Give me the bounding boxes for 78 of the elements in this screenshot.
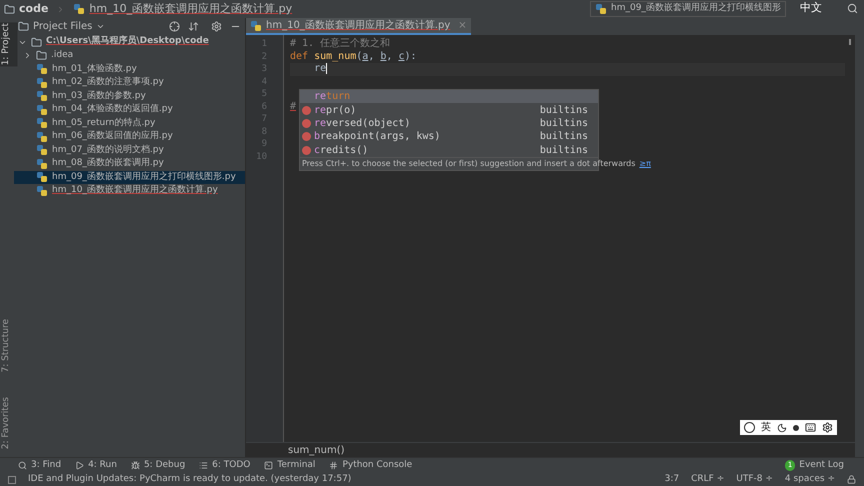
completion-item[interactable]: breakpoint(args, kws) builtins (300, 130, 598, 144)
tool-window-button[interactable]: 3: Find (18, 458, 62, 472)
tree-item[interactable]: hm_04_体验函数的返回值.py (14, 103, 245, 116)
keyboard-icon[interactable] (805, 422, 816, 433)
code-line: # 1. 任意三个数之和 (290, 38, 390, 49)
folder-icon (18, 21, 29, 32)
python-file-icon (36, 184, 48, 197)
line-ending[interactable]: CRLF ÷ (691, 472, 724, 486)
python-file-icon (250, 20, 262, 32)
python-file-icon (73, 3, 86, 15)
play-icon (75, 461, 84, 470)
python-file-icon (36, 130, 48, 143)
console-icon (329, 461, 338, 470)
python-file-icon (36, 104, 48, 116)
tool-window-tab[interactable]: 7: Structure (0, 319, 14, 373)
recent-file-label: hm_09_函数嵌套调用应用之打印横线图形 (611, 2, 781, 16)
python-file-icon (36, 158, 48, 170)
tree-item[interactable]: hm_08_函数的嵌套调用.py (14, 157, 245, 170)
tool-window-button[interactable]: Terminal (264, 458, 316, 472)
completion-item[interactable]: credits() builtins (300, 144, 598, 157)
tree-item[interactable]: hm_09_函数嵌套调用应用之打印横线图形.py (14, 170, 245, 184)
code-line: re (313, 63, 328, 74)
tree-item[interactable]: hm_07_函数的说明文档.py (14, 144, 245, 157)
panel-title[interactable]: Project Files (33, 19, 92, 34)
locate-icon[interactable] (169, 21, 180, 32)
python-file-icon (36, 76, 48, 89)
hint-link[interactable]: ≥π (639, 158, 651, 170)
tree-item[interactable]: hm_05_return的特点.py (14, 116, 245, 130)
collapse-icon[interactable] (188, 21, 199, 32)
python-file-icon (36, 90, 48, 102)
file-encoding[interactable]: UTF-8 ÷ (736, 472, 773, 486)
completion-hint: Press Ctrl+. to choose the selected (or first) suggestion and insert a dot afterwards (302, 158, 636, 170)
completion-item[interactable]: repr(o) builtins (300, 103, 598, 117)
tree-item[interactable]: hm_03_函数的参数.py (14, 90, 245, 103)
status-message: IDE and Plugin Updates: PyCharm is ready to update. (yesterday 17:57) (28, 472, 352, 486)
breadcrumb[interactable]: sum_num() (288, 442, 345, 458)
bug-icon (130, 461, 140, 470)
moon-icon[interactable] (777, 422, 787, 432)
dropdown-icon[interactable] (96, 22, 106, 31)
tool-window-button[interactable]: 4: Run (75, 458, 117, 472)
folder-icon (4, 4, 15, 14)
expand-icon[interactable] (23, 51, 32, 60)
ime-language[interactable]: 英 (761, 420, 771, 435)
tree-item[interactable]: C:\Users\黑马程序员\Desktop\code (46, 35, 209, 49)
search-icon[interactable] (847, 3, 858, 14)
indent-setting[interactable]: 4 spaces ÷ (784, 472, 835, 486)
search-icon (18, 461, 27, 470)
python-file-icon (36, 63, 48, 76)
tool-window-tab[interactable]: 2: Favorites (0, 396, 14, 449)
recent-file-popup[interactable]: hm_09_函数嵌套调用应用之打印横线图形 (590, 1, 786, 17)
punctuation-icon[interactable] (793, 424, 799, 430)
nav-folder[interactable]: code (19, 0, 48, 18)
python-file-icon (595, 3, 607, 15)
folder-icon (36, 50, 47, 62)
tool-window-button[interactable]: 6: TODO (199, 458, 250, 472)
python-file-icon (36, 144, 48, 156)
nav-file[interactable]: hm_10_函数嵌套调用应用之函数计算.py (89, 0, 292, 18)
terminal-icon (264, 461, 274, 470)
editor-tab[interactable]: hm_10_函数嵌套调用应用之函数计算.py × (246, 18, 471, 35)
tree-item[interactable]: hm_10_函数嵌套调用应用之函数计算.py (14, 184, 245, 198)
tool-window-tab[interactable]: 1: Project (0, 22, 18, 66)
cursor-position[interactable]: 3:7 (664, 472, 680, 486)
python-file-icon (36, 117, 48, 130)
ime-logo-icon[interactable] (744, 422, 755, 433)
python-file-icon (36, 171, 48, 184)
list-icon (199, 461, 208, 470)
code-line: # (290, 100, 296, 112)
status-icon[interactable] (8, 476, 16, 484)
completion-item[interactable]: reversed(object) builtins (300, 116, 598, 130)
tool-window-button[interactable]: 5: Debug (130, 458, 186, 472)
lock-icon[interactable] (847, 475, 856, 484)
tool-window-button[interactable]: Python Console (329, 458, 412, 472)
tree-item[interactable]: hm_02_函数的注意事项.py (14, 76, 245, 90)
code-line: def sum_num(a, b, c): (290, 50, 417, 62)
tree-item[interactable]: hm_06_函数返回值的应用.py (14, 130, 245, 144)
ime-overlay-text: 中文 (800, 1, 822, 15)
settings-icon[interactable] (822, 422, 833, 433)
folder-icon (31, 36, 42, 48)
